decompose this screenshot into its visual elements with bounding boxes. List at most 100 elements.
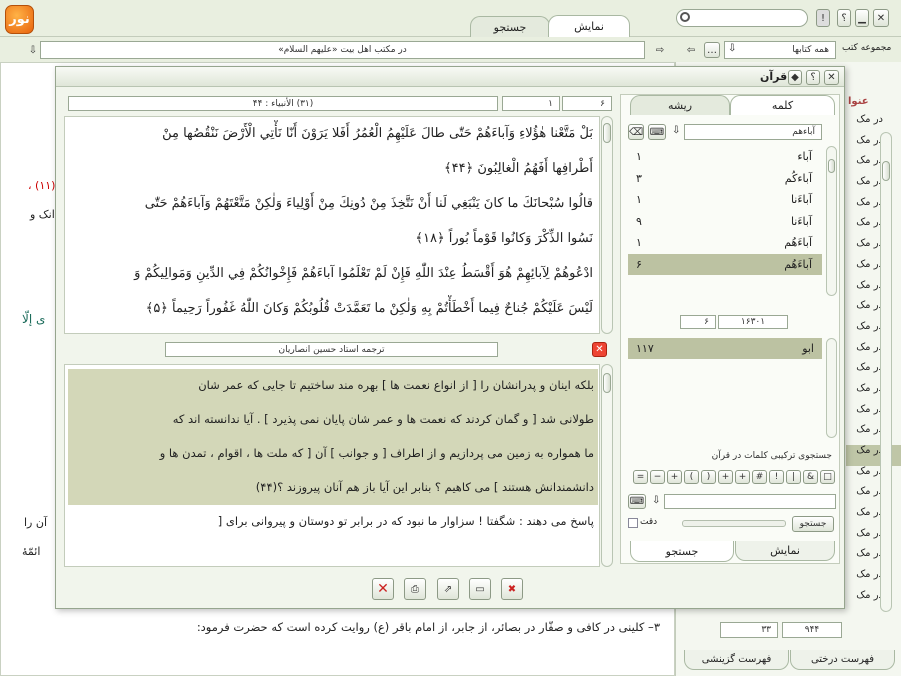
toc-row[interactable]: در مک: [846, 362, 901, 383]
toc-row[interactable]: در مک: [846, 342, 901, 363]
operator-button[interactable]: −: [650, 470, 665, 484]
toc-row[interactable]: در مک: [846, 445, 901, 466]
verses-scrollbar[interactable]: [601, 116, 613, 334]
root-list-scrollbar[interactable]: [826, 338, 837, 438]
toc-scrollbar[interactable]: [880, 132, 892, 612]
dialog-close-button[interactable]: ✕: [824, 70, 839, 85]
app-logo[interactable]: نور: [5, 5, 34, 34]
word-list-scrollbar[interactable]: [826, 146, 837, 296]
toc-row[interactable]: در مک: [846, 528, 901, 549]
tab-select-index[interactable]: فهرست گزینشی: [684, 650, 789, 670]
toc-row[interactable]: در مک: [846, 259, 901, 280]
forward-button[interactable]: ⇦: [684, 42, 698, 58]
operator-button[interactable]: ): [684, 470, 699, 484]
word-item[interactable]: ۱ آباءَهُم: [628, 232, 822, 254]
verse-line: أَطْرافِها أَفَهُمُ الْغالِبُونَ ﴿۴۴﴾: [444, 161, 593, 176]
logo-glyph-icon: نور: [9, 12, 30, 27]
toc-row[interactable]: در مک: [846, 486, 901, 507]
keyboard-button[interactable]: ⌨: [648, 124, 666, 140]
word-item[interactable]: ۱ آباءَنا: [628, 189, 822, 211]
operator-button[interactable]: !: [769, 470, 784, 484]
operator-button[interactable]: □: [820, 470, 835, 484]
word-input[interactable]: آباءهم: [684, 124, 822, 140]
print-button[interactable]: ⎙: [404, 578, 426, 600]
tab-show[interactable]: نمایش: [548, 15, 630, 37]
toc-row[interactable]: در مک: [846, 590, 901, 611]
collection-select[interactable]: همه کتابها: [724, 41, 836, 59]
help-button[interactable]: ؟: [837, 9, 851, 27]
tab-show-label: نمایش: [574, 20, 604, 33]
dialog-pin-button[interactable]: ◆: [788, 70, 802, 85]
dropdown-arrow-icon: ⇩: [728, 43, 737, 54]
combo-search-button[interactable]: جستجو: [792, 516, 834, 532]
word-item[interactable]: ۶ آباءَهُم: [628, 253, 822, 275]
toc-row[interactable]: در مک: [846, 383, 901, 404]
tab-search[interactable]: جستجو: [470, 16, 550, 37]
toc-row[interactable]: در مک: [846, 155, 901, 176]
close-translation-button[interactable]: ✕: [592, 342, 607, 357]
stat-b: ۶: [680, 315, 716, 329]
toc-row[interactable]: در مک: [846, 300, 901, 321]
toc-row[interactable]: در مک: [846, 404, 901, 425]
toc-row[interactable]: در مک: [846, 217, 901, 238]
scroll-thumb[interactable]: [603, 373, 611, 393]
alert-button[interactable]: !: [816, 9, 830, 27]
toc-row[interactable]: در مک: [846, 176, 901, 197]
operator-button[interactable]: &: [803, 470, 818, 484]
scroll-thumb[interactable]: [603, 123, 611, 143]
operator-button[interactable]: +: [735, 470, 750, 484]
translation-line: بلکه اینان و پدرانشان را [ از انواع نعمت…: [198, 378, 594, 392]
translation-scrollbar[interactable]: [601, 364, 613, 567]
copy-button[interactable]: ▭: [469, 578, 491, 600]
search-icon[interactable]: [680, 12, 690, 22]
toc-row[interactable]: در مک: [846, 569, 901, 590]
word-item[interactable]: ۳ آباءکُم: [628, 168, 822, 190]
clear-button[interactable]: ⌫: [628, 124, 644, 140]
root-item[interactable]: ۱۱۷ ابو: [628, 338, 822, 359]
tab-root[interactable]: ریشه: [630, 95, 730, 115]
operator-button[interactable]: |: [786, 470, 801, 484]
dialog-help-button[interactable]: ؟: [806, 70, 820, 85]
back-button[interactable]: ⇨: [653, 42, 667, 58]
tab-bottom-show[interactable]: نمایش: [735, 541, 835, 561]
keyboard-button[interactable]: ⌨: [628, 494, 646, 509]
toc-row[interactable]: در مک: [846, 321, 901, 342]
operator-button[interactable]: +: [718, 470, 733, 484]
location-dropdown[interactable]: ⇩: [27, 42, 39, 58]
toc-row[interactable]: در مک: [846, 466, 901, 487]
toc-row[interactable]: در مک: [846, 197, 901, 218]
toc-row[interactable]: در مک: [846, 424, 901, 445]
tab-bottom-search[interactable]: جستجو: [630, 541, 734, 562]
operator-button[interactable]: (: [701, 470, 716, 484]
tab-tree-index[interactable]: فهرست درختی: [790, 650, 895, 670]
word-item[interactable]: ۹ آباءَنا: [628, 211, 822, 233]
operator-button[interactable]: #: [752, 470, 767, 484]
word-item[interactable]: ۱ آباء: [628, 146, 822, 168]
toc-row[interactable]: در مک: [846, 507, 901, 528]
delete-button[interactable]: ✕: [372, 578, 394, 600]
operator-button[interactable]: =: [633, 470, 648, 484]
search-input[interactable]: [676, 9, 808, 27]
toc-row[interactable]: در مک: [846, 548, 901, 569]
export-icon: ⇗: [443, 583, 453, 595]
toc-row[interactable]: در مک: [846, 135, 901, 156]
close-button[interactable]: ✕: [873, 9, 889, 27]
toc-row[interactable]: در مک: [846, 280, 901, 301]
translation-line: پاسخ می دهند : شگفتا ! سزاوار ما نبود که…: [217, 514, 594, 528]
remove-note-button[interactable]: ✖: [501, 578, 523, 600]
export-button[interactable]: ⇗: [437, 578, 459, 600]
scroll-thumb[interactable]: [828, 159, 835, 173]
toc-row[interactable]: در مک: [846, 238, 901, 259]
scroll-thumb[interactable]: [882, 161, 890, 181]
operator-button[interactable]: +: [667, 470, 682, 484]
more-button[interactable]: …: [704, 42, 720, 58]
location-text: در مکتب اهل بیت «علیهم السلام»: [278, 45, 407, 55]
minimize-button[interactable]: ▁: [855, 9, 869, 27]
toc-header: عنوا: [848, 96, 869, 107]
tab-word[interactable]: کلمه: [730, 95, 835, 115]
toc-row[interactable]: در مک: [846, 114, 901, 135]
location-field[interactable]: در مکتب اهل بیت «علیهم السلام»: [40, 41, 645, 59]
tab-select-label: فهرست گزینشی: [701, 654, 772, 665]
combo-input[interactable]: [664, 494, 836, 509]
exact-checkbox[interactable]: [628, 518, 638, 528]
